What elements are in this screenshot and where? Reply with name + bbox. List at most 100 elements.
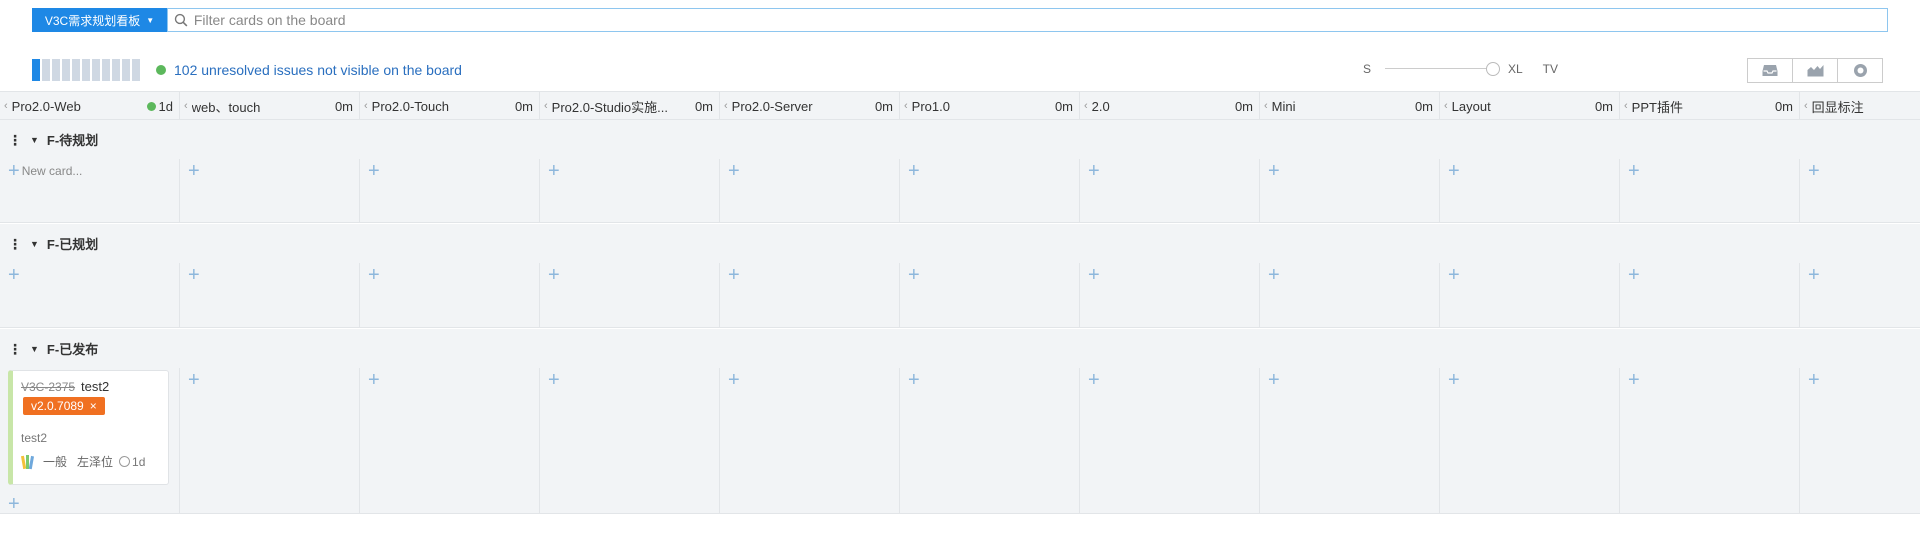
add-card-icon[interactable]: + <box>1088 161 1100 181</box>
swimlane-header[interactable]: ⋮ ▼ F-已规划 <box>0 224 1920 263</box>
drag-handle-icon[interactable]: ⋮ <box>8 133 22 147</box>
add-card-icon[interactable]: + <box>548 370 560 390</box>
add-card-icon[interactable]: + <box>908 161 920 181</box>
add-card-icon[interactable]: + <box>1088 370 1100 390</box>
filter-bar: V3C需求规划看板 ▼ <box>32 8 1888 32</box>
board-cell: + <box>900 159 1080 222</box>
chevron-left-icon[interactable]: ‹ <box>1444 100 1448 112</box>
board-cell: + <box>1080 159 1260 222</box>
add-card-icon[interactable]: + <box>908 370 920 390</box>
swimlane-title: F-已规划 <box>46 237 99 252</box>
chevron-left-icon[interactable]: ‹ <box>904 100 908 112</box>
slider-knob[interactable] <box>1485 62 1500 76</box>
chevron-left-icon[interactable]: ‹ <box>544 100 548 112</box>
add-card-icon[interactable]: + <box>1448 161 1460 181</box>
add-card-icon[interactable]: + <box>728 161 740 181</box>
column-header[interactable]: ‹ PPT插件 0m <box>1620 92 1800 120</box>
add-card-icon[interactable]: + <box>548 265 560 285</box>
chevron-left-icon[interactable]: ‹ <box>1084 100 1088 112</box>
add-card-icon[interactable]: + <box>548 161 560 181</box>
column-minimap[interactable] <box>32 59 140 81</box>
column-header[interactable]: ‹ Pro2.0-Studio实施... 0m <box>540 92 720 120</box>
add-card-icon[interactable]: + <box>1628 265 1640 285</box>
chevron-left-icon[interactable]: ‹ <box>184 100 188 112</box>
issue-key[interactable]: V3C-2375 <box>21 380 75 394</box>
chevron-left-icon[interactable]: ‹ <box>4 100 8 112</box>
new-card-button[interactable]: + New card... <box>8 161 82 181</box>
collapse-triangle-icon[interactable]: ▼ <box>30 239 39 249</box>
column-header[interactable]: ‹ web、touch 0m <box>180 92 360 120</box>
board-cell: + <box>180 368 360 513</box>
inbox-icon <box>1762 65 1778 76</box>
chevron-left-icon[interactable]: ‹ <box>1624 100 1628 112</box>
column-time: 0m <box>1774 98 1793 114</box>
board-cell: + <box>360 263 540 327</box>
issue-card[interactable]: V3C-2375 test2 v2.0.7089 × test2 一般 左泽位 1d <box>8 370 169 485</box>
plus-icon: + <box>8 160 20 182</box>
add-card-icon[interactable]: + <box>908 265 920 285</box>
add-card-icon[interactable]: + <box>368 370 380 390</box>
size-xl-label[interactable]: XL <box>1508 62 1523 76</box>
size-small-label[interactable]: S <box>1363 62 1371 76</box>
board-cell: + <box>900 263 1080 327</box>
unresolved-issues-link[interactable]: 102 unresolved issues not visible on the… <box>174 62 462 78</box>
column-header[interactable]: ‹ Pro2.0-Server 0m <box>720 92 900 120</box>
add-card-icon[interactable]: + <box>188 370 200 390</box>
board-cell: + <box>1080 263 1260 327</box>
inbox-view-button[interactable] <box>1747 58 1793 83</box>
drag-handle-icon[interactable]: ⋮ <box>8 237 22 251</box>
column-header[interactable]: ‹ Pro2.0-Touch 0m <box>360 92 540 120</box>
add-card-icon[interactable]: + <box>1088 265 1100 285</box>
add-card-icon[interactable]: + <box>8 265 20 285</box>
add-card-icon[interactable]: + <box>1268 370 1280 390</box>
board-selector[interactable]: V3C需求规划看板 ▼ <box>32 8 167 32</box>
column-header[interactable]: ‹ Layout 0m <box>1440 92 1620 120</box>
board-cell: + <box>1440 159 1620 222</box>
size-tv-label[interactable]: TV <box>1543 62 1558 76</box>
add-card-icon[interactable]: + <box>1448 370 1460 390</box>
add-card-icon[interactable]: + <box>1628 161 1640 181</box>
add-card-icon[interactable]: + <box>1808 265 1820 285</box>
issue-description: test2 <box>21 431 48 445</box>
column-name: Pro2.0-Web <box>11 98 81 114</box>
board-cell: + <box>540 263 720 327</box>
add-card-icon[interactable]: + <box>368 265 380 285</box>
swimlane-header[interactable]: ⋮ ▼ F-待规划 <box>0 120 1920 159</box>
column-name: Pro2.0-Server <box>731 98 813 114</box>
collapse-triangle-icon[interactable]: ▼ <box>30 135 39 145</box>
board-cell: + <box>1620 263 1800 327</box>
column-header[interactable]: ‹ 回显标注 <box>1800 92 1920 120</box>
chevron-left-icon[interactable]: ‹ <box>1804 100 1808 112</box>
column-header[interactable]: ‹ 2.0 0m <box>1080 92 1260 120</box>
column-header[interactable]: ‹ Pro1.0 0m <box>900 92 1080 120</box>
add-card-icon[interactable]: + <box>728 265 740 285</box>
add-card-icon[interactable]: + <box>728 370 740 390</box>
add-card-icon[interactable]: + <box>1808 370 1820 390</box>
swimlane-header[interactable]: ⋮ ▼ F-已发布 <box>0 329 1920 368</box>
add-card-icon[interactable]: + <box>188 265 200 285</box>
new-card-label: New card... <box>21 164 83 178</box>
column-header[interactable]: ‹ Mini 0m <box>1260 92 1440 120</box>
filter-input[interactable] <box>193 12 1887 28</box>
column-name: 2.0 <box>1091 98 1110 114</box>
add-card-icon[interactable]: + <box>1268 265 1280 285</box>
chevron-left-icon[interactable]: ‹ <box>364 100 368 112</box>
add-card-icon[interactable]: + <box>1808 161 1820 181</box>
chart-view-button[interactable] <box>1792 58 1838 83</box>
chevron-left-icon[interactable]: ‹ <box>724 100 728 112</box>
drag-handle-icon[interactable]: ⋮ <box>8 342 22 356</box>
add-card-icon[interactable]: + <box>188 161 200 181</box>
add-card-icon[interactable]: + <box>8 494 20 514</box>
add-card-icon[interactable]: + <box>368 161 380 181</box>
priority-label: 一般 <box>43 455 68 469</box>
add-card-icon[interactable]: + <box>1628 370 1640 390</box>
add-card-icon[interactable]: + <box>1448 265 1460 285</box>
card-size-slider[interactable] <box>1384 62 1500 76</box>
collapse-triangle-icon[interactable]: ▼ <box>30 344 39 354</box>
add-card-icon[interactable]: + <box>1268 161 1280 181</box>
remove-version-icon[interactable]: × <box>90 399 97 413</box>
chevron-left-icon[interactable]: ‹ <box>1264 100 1268 112</box>
settings-view-button[interactable] <box>1837 58 1883 83</box>
column-header[interactable]: ‹ Pro2.0-Web 1d <box>0 92 180 120</box>
caret-down-icon: ▼ <box>146 15 155 25</box>
